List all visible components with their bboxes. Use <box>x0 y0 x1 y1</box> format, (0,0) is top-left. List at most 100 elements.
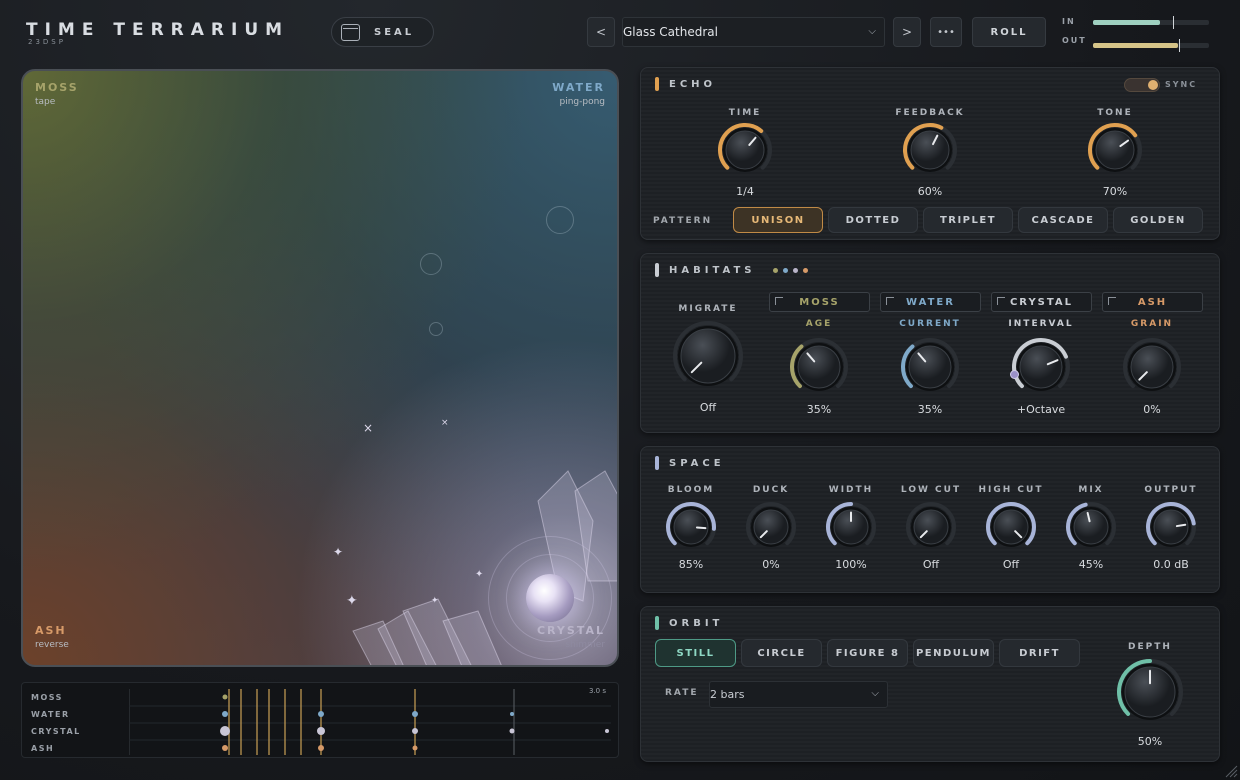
preset-select[interactable]: Glass Cathedral ⌵ <box>622 17 885 47</box>
orbit-still-button[interactable]: STILL <box>655 639 736 667</box>
timeline-graph <box>129 689 611 755</box>
migrate-label: MIGRATE <box>678 304 738 314</box>
grain-knob[interactable] <box>1122 337 1182 401</box>
migrate-knob[interactable] <box>672 320 744 396</box>
sync-label: SYNC <box>1165 80 1198 89</box>
output-knob[interactable] <box>1145 501 1197 557</box>
age-label: AGE <box>805 319 833 329</box>
habitat-tag-crystal[interactable]: CRYSTAL <box>991 292 1092 312</box>
current-label: CURRENT <box>899 319 961 329</box>
bubble-decoration <box>420 253 442 275</box>
seal-button[interactable]: SEAL <box>331 17 434 47</box>
xy-cursor-orb[interactable] <box>526 574 574 622</box>
timeline-row-label: ASH <box>31 744 55 753</box>
orbit-circle-button[interactable]: CIRCLE <box>741 639 822 667</box>
habitat-xy-pad[interactable]: × × ✦ ✦ ✦ ✦ MOSS tape WATER ping-pong <box>21 69 619 667</box>
pattern-cascade-button[interactable]: CASCADE <box>1018 207 1108 233</box>
sync-toggle[interactable] <box>1124 78 1160 92</box>
age-value: 35% <box>806 403 832 416</box>
feedback-knob[interactable] <box>902 122 958 182</box>
width-knob[interactable] <box>825 501 877 557</box>
grain-label: GRAIN <box>1130 319 1174 329</box>
depth-label: DEPTH <box>1128 642 1172 652</box>
mix-knob[interactable] <box>1065 501 1117 557</box>
feedback-value: 60% <box>917 185 943 198</box>
corner-moss: MOSS tape <box>35 81 79 107</box>
seal-icon <box>341 23 360 41</box>
rate-select[interactable]: 2 bars ⌵ <box>709 681 888 708</box>
pattern-label: PATTERN <box>653 216 713 226</box>
tone-knob[interactable] <box>1087 122 1143 182</box>
habitat-tag-water[interactable]: WATER <box>880 292 981 312</box>
tone-value: 70% <box>1102 185 1128 198</box>
tap-timeline[interactable]: MOSS WATER CRYSTAL ASH 3.0 s <box>21 682 619 758</box>
rate-value: 2 bars <box>710 688 745 701</box>
interval-label: INTERVAL <box>1008 319 1074 329</box>
output-value: 0.0 dB <box>1153 558 1189 571</box>
habitat-tag-moss[interactable]: MOSS <box>769 292 870 312</box>
in-meter <box>1093 16 1209 29</box>
pattern-triplet-button[interactable]: TRIPLET <box>923 207 1013 233</box>
habitat-tag-ash[interactable]: ASH <box>1102 292 1203 312</box>
resize-grip-icon[interactable] <box>1222 762 1238 778</box>
out-meter-label: OUT <box>1062 36 1087 45</box>
more-options-button[interactable]: ••• <box>930 17 962 47</box>
duck-knob[interactable] <box>745 501 797 557</box>
next-preset-button[interactable]: > <box>893 17 921 47</box>
habitat-dots <box>773 267 809 273</box>
corner-moss-sub: tape <box>35 97 56 107</box>
space-title: SPACE <box>669 457 725 469</box>
high-cut-knob[interactable] <box>985 501 1037 557</box>
pattern-golden-button[interactable]: GOLDEN <box>1113 207 1203 233</box>
timeline-row-label: CRYSTAL <box>31 727 81 736</box>
time-knob[interactable] <box>717 122 773 182</box>
interval-knob[interactable] <box>1011 337 1071 401</box>
corner-crystal-label: CRYSTAL <box>536 624 605 637</box>
app-subtitle: 23DSP <box>28 38 66 46</box>
chevron-down-icon: ⌵ <box>871 688 879 699</box>
grain-value: 0% <box>1143 403 1161 416</box>
habitats-panel: HABITATS MIGRATE Off MOSS WATER CRYSTAL … <box>640 253 1220 433</box>
corner-ash: ASH reverse <box>35 624 69 650</box>
roll-button[interactable]: ROLL <box>972 17 1046 47</box>
tone-label: TONE <box>1097 108 1133 118</box>
chevron-down-icon: ⌵ <box>868 26 876 37</box>
prev-preset-button[interactable]: < <box>587 17 615 47</box>
sparkle-icon: ✦ <box>333 545 344 559</box>
depth-value: 50% <box>1137 735 1163 748</box>
out-meter <box>1093 39 1209 52</box>
corner-moss-label: MOSS <box>35 81 79 94</box>
app-title: TIME TERRARIUM <box>26 20 290 40</box>
interval-mod-dot[interactable] <box>1010 370 1019 379</box>
orbit-figure8-button[interactable]: FIGURE 8 <box>827 639 908 667</box>
migrate-value: Off <box>699 401 717 414</box>
time-value: 1/4 <box>736 185 754 198</box>
corner-water-sub: ping-pong <box>559 97 605 107</box>
bubble-decoration <box>429 322 443 336</box>
bloom-knob[interactable] <box>665 501 717 557</box>
panel-led <box>655 616 659 630</box>
habitat-dot <box>783 267 789 273</box>
timeline-row-label: MOSS <box>31 693 63 702</box>
depth-knob[interactable] <box>1116 658 1184 730</box>
panel-led <box>655 77 659 91</box>
echo-title: ECHO <box>669 78 717 90</box>
timeline-row-label: WATER <box>31 710 70 719</box>
corner-ash-label: ASH <box>35 624 67 637</box>
orbit-pendulum-button[interactable]: PENDULUM <box>913 639 994 667</box>
habitat-dot <box>793 267 799 273</box>
echo-panel: ECHO SYNC TIME FEEDBACK TONE 1/4 60% 70%… <box>640 67 1220 240</box>
seal-label: SEAL <box>374 26 415 38</box>
orbit-drift-button[interactable]: DRIFT <box>999 639 1080 667</box>
habitat-dot <box>773 267 779 273</box>
preset-name: Glass Cathedral <box>623 25 718 39</box>
current-knob[interactable] <box>900 337 960 401</box>
pattern-unison-button[interactable]: UNISON <box>733 207 823 233</box>
low-cut-knob[interactable] <box>905 501 957 557</box>
panel-led <box>655 456 659 470</box>
pattern-dotted-button[interactable]: DOTTED <box>828 207 918 233</box>
corner-crystal: CRYSTAL shimmer <box>537 624 605 650</box>
age-knob[interactable] <box>789 337 849 401</box>
panel-led <box>655 263 659 277</box>
time-label: TIME <box>728 108 762 118</box>
